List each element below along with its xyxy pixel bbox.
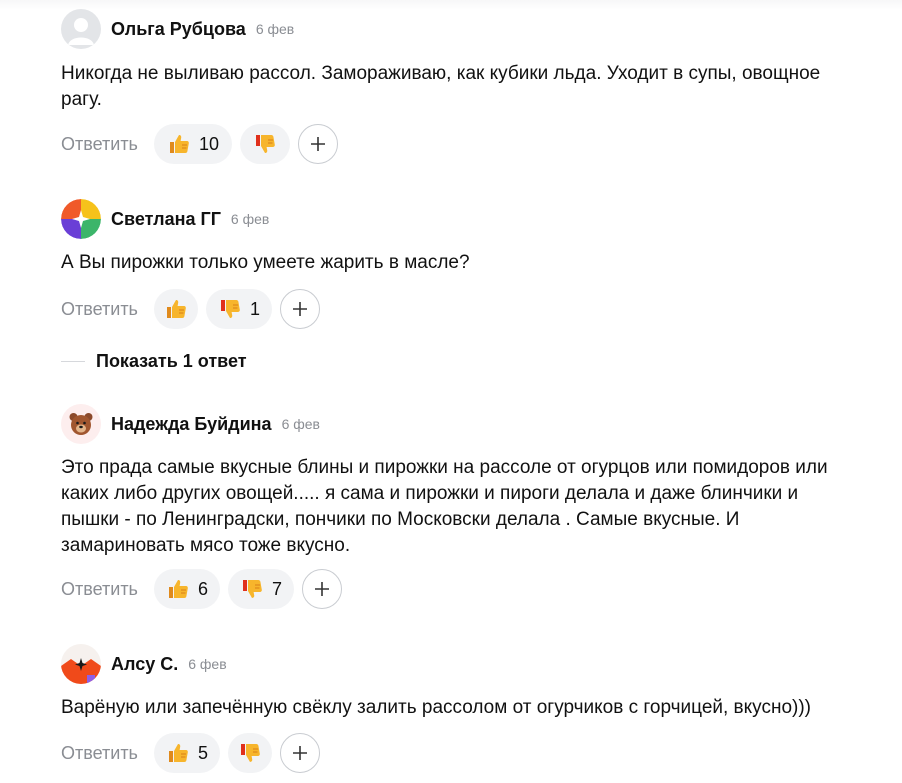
comment-header: Алсу С. 6 фев <box>61 644 227 684</box>
comment-text: Это прада самые вкусные блины и пирожки … <box>61 457 828 556</box>
thumbs-down-icon <box>242 580 262 598</box>
comment-actions: Ответить 6 7 <box>61 569 342 609</box>
show-replies-button[interactable]: Показать 1 ответ <box>96 351 247 372</box>
comment-date: 6 фев <box>281 416 320 432</box>
like-button[interactable] <box>153 289 198 329</box>
comment-header: Светлана ГГ 6 фев <box>61 199 269 239</box>
reply-button[interactable]: Ответить <box>61 743 138 764</box>
avatar[interactable] <box>61 404 101 444</box>
default-person-icon <box>68 18 94 45</box>
dislike-button[interactable] <box>239 124 290 164</box>
thumbs-down-icon <box>255 135 275 153</box>
comment-date: 6 фев <box>230 211 270 227</box>
author-name[interactable]: Ольга Рубцова <box>111 19 246 40</box>
reply-button[interactable]: Ответить <box>61 579 138 600</box>
comment-actions: Ответить 10 <box>61 124 338 164</box>
thumbs-down-icon <box>240 744 260 762</box>
plus-icon <box>292 302 307 316</box>
comment-text: Никогда не выливаю рассол. Замораживаю, … <box>61 63 821 110</box>
comment-date: 6 фев <box>188 656 227 672</box>
comment-actions: Ответить 1 <box>61 289 320 329</box>
reply-button[interactable]: Ответить <box>61 299 138 320</box>
like-count: 10 <box>198 133 219 154</box>
add-reaction-button[interactable] <box>301 569 342 609</box>
comment-header: Ольга Рубцова 6 фев <box>61 9 294 49</box>
like-button[interactable]: 10 <box>153 124 232 164</box>
reply-button[interactable]: Ответить <box>61 134 138 155</box>
comment-actions: Ответить 5 <box>61 733 320 773</box>
colorful-circle-icon <box>61 199 101 239</box>
orange-sparkle-icon <box>61 658 101 684</box>
thumbs-up-icon <box>166 300 186 318</box>
plus-icon <box>314 582 329 596</box>
thumbs-up-icon <box>168 744 188 762</box>
thumbs-down-icon <box>220 300 240 318</box>
dislike-count: 1 <box>249 298 260 319</box>
like-count: 6 <box>197 578 208 599</box>
comment-text: Варёную или запечённую свёклу залить рас… <box>61 697 811 718</box>
avatar[interactable] <box>61 644 101 684</box>
author-name[interactable]: Светлана ГГ <box>111 209 221 230</box>
dislike-count: 7 <box>271 578 282 599</box>
comment-header: Надежда Буйдина 6 фев <box>61 404 320 444</box>
avatar[interactable] <box>61 9 101 49</box>
add-reaction-button[interactable] <box>279 733 320 773</box>
comment-date: 6 фев <box>255 21 295 37</box>
dislike-button[interactable]: 7 <box>227 569 294 609</box>
like-button[interactable]: 5 <box>153 733 220 773</box>
show-replies-row: Показать 1 ответ <box>61 349 247 373</box>
dislike-button[interactable] <box>227 733 272 773</box>
plus-icon <box>292 746 307 760</box>
dislike-button[interactable]: 1 <box>205 289 272 329</box>
like-count: 5 <box>197 742 208 763</box>
thumbs-up-icon <box>169 135 189 153</box>
add-reaction-button[interactable] <box>297 124 338 164</box>
avatar[interactable] <box>61 199 101 239</box>
divider-line <box>61 360 85 362</box>
add-reaction-button[interactable] <box>279 289 320 329</box>
author-name[interactable]: Надежда Буйдина <box>111 414 272 435</box>
author-name[interactable]: Алсу С. <box>111 654 178 675</box>
plus-icon <box>310 137 325 151</box>
bear-emoji-icon <box>69 413 93 435</box>
thumbs-up-icon <box>168 580 188 598</box>
like-button[interactable]: 6 <box>153 569 220 609</box>
comment-text: А Вы пирожки только умеете жарить в масл… <box>61 252 470 273</box>
